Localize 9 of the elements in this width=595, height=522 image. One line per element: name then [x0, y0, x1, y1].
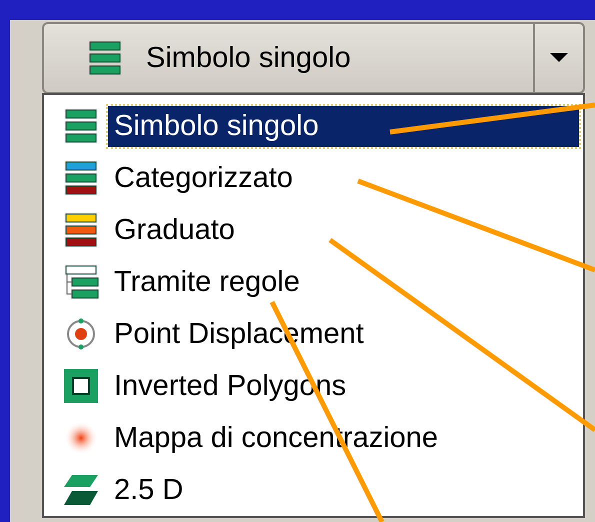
dropdown-option[interactable]: 2.5 D — [108, 470, 579, 510]
layered-shapes-icon — [62, 472, 100, 508]
renderer-dropdown[interactable]: Simbolo singolo — [42, 22, 585, 94]
dropdown-option[interactable]: Graduato — [108, 210, 579, 250]
dropdown-option[interactable]: Categorizzato — [108, 158, 579, 198]
caret-icon — [550, 53, 568, 63]
inverted-square-icon — [62, 368, 100, 404]
dropdown-option[interactable]: Tramite regole — [108, 262, 579, 302]
dropdown-option[interactable]: Simbolo singolo — [108, 106, 579, 146]
